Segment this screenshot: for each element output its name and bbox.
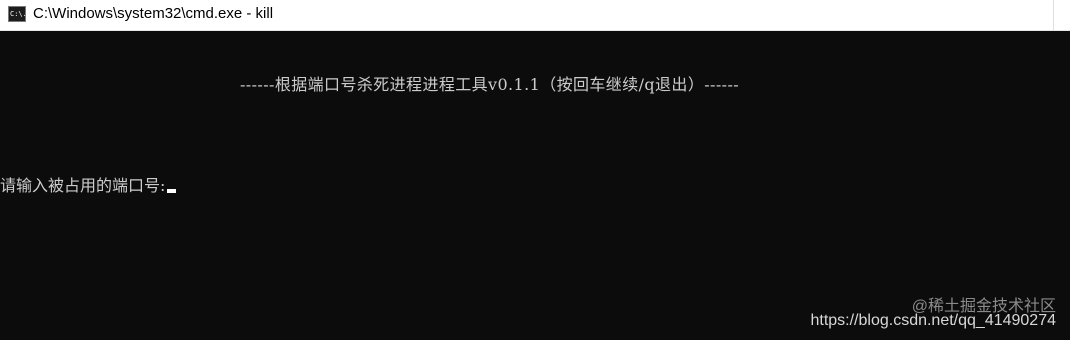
tool-banner: ------根据端口号杀死进程进程工具v0.1.1（按回车继续/q退出）----… <box>240 75 740 94</box>
prompt-text: 请输入被占用的端口号: <box>0 176 166 195</box>
watermark: @稀土掘金技术社区 https://blog.csdn.net/qq_41490… <box>810 298 1056 330</box>
cmd-window: C:\. C:\Windows\system32\cmd.exe - kill … <box>0 0 1070 340</box>
console-area[interactable]: ------根据端口号杀死进程进程工具v0.1.1（按回车继续/q退出）----… <box>0 31 1070 340</box>
titlebar-edge <box>1053 0 1066 31</box>
title-bar[interactable]: C:\. C:\Windows\system32\cmd.exe - kill <box>0 0 1070 31</box>
text-cursor <box>167 189 177 193</box>
cmd-icon[interactable]: C:\. <box>8 6 26 22</box>
watermark-url: https://blog.csdn.net/qq_41490274 <box>810 312 1056 329</box>
window-title: C:\Windows\system32\cmd.exe - kill <box>33 5 274 22</box>
prompt-line[interactable]: 请输入被占用的端口号: <box>0 172 177 196</box>
